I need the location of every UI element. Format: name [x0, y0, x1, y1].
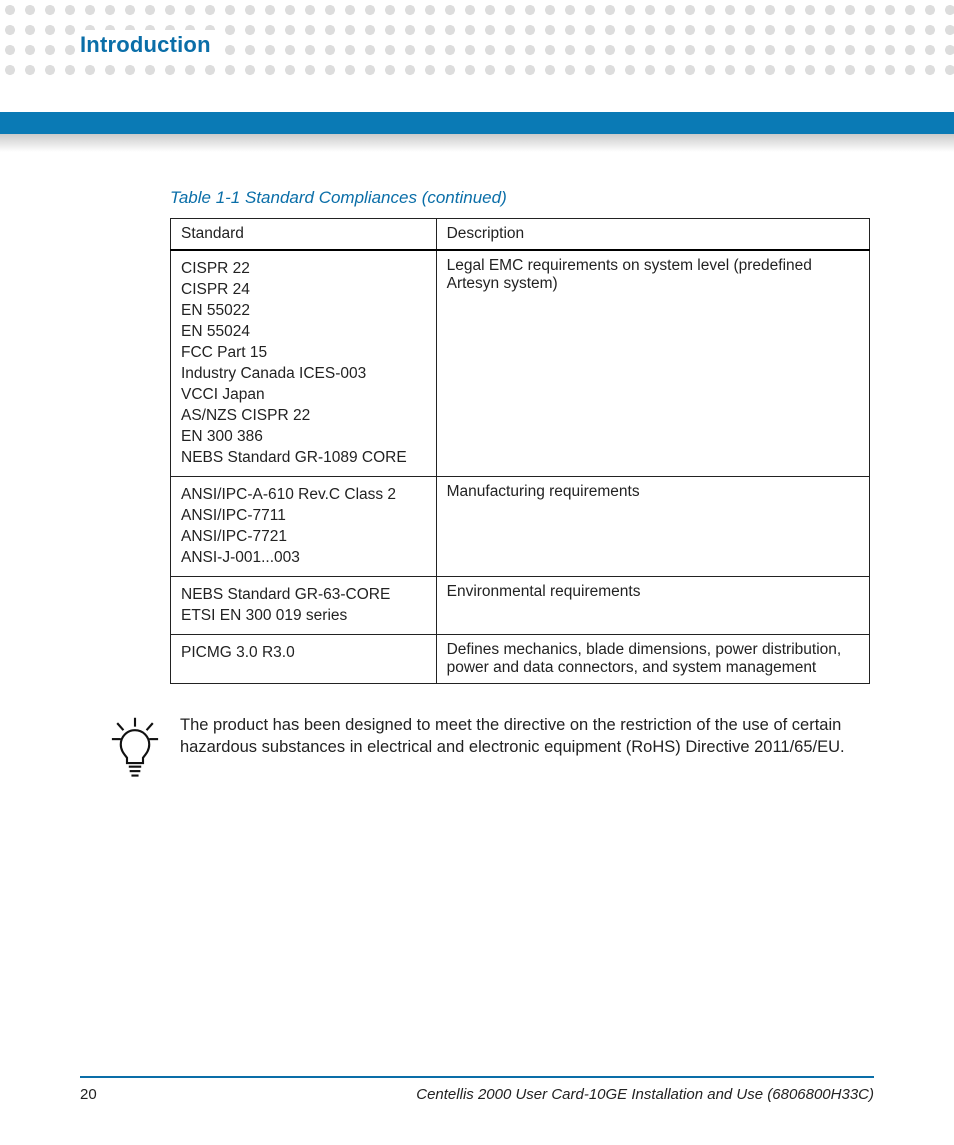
- standard-item: ETSI EN 300 019 series: [181, 607, 426, 625]
- standard-item: PICMG 3.0 R3.0: [181, 644, 426, 662]
- table-row: CISPR 22 CISPR 24 EN 55022 EN 55024 FCC Part…: [171, 250, 870, 477]
- table-cell-standard: CISPR 22 CISPR 24 EN 55022 EN 55024 FCC Part…: [171, 250, 437, 477]
- lightbulb-icon: [108, 716, 162, 780]
- standard-item: EN 300 386: [181, 428, 426, 446]
- footer-rule: [80, 1076, 874, 1078]
- content-area: Table 1-1 Standard Compliances (continue…: [80, 180, 874, 780]
- standard-item: EN 55024: [181, 323, 426, 341]
- header-blue-bar: [0, 112, 954, 134]
- table-col-standard: Standard: [171, 219, 437, 251]
- section-heading: Introduction: [80, 30, 217, 60]
- document-page: Introduction Table 1-1 Standard Complian…: [0, 0, 954, 1145]
- standard-item: CISPR 22: [181, 260, 426, 278]
- standard-item: FCC Part 15: [181, 344, 426, 362]
- standard-item: ANSI/IPC-7721: [181, 528, 426, 546]
- header-shadow: [0, 134, 954, 152]
- standards-table: Standard Description CISPR 22 CISPR 24 EN …: [170, 218, 870, 684]
- table-cell-description: Legal EMC requirements on system level (…: [436, 250, 869, 477]
- table-cell-standard: PICMG 3.0 R3.0: [171, 635, 437, 684]
- note-block: The product has been designed to meet th…: [108, 714, 874, 780]
- table-col-description: Description: [436, 219, 869, 251]
- table-row: PICMG 3.0 R3.0 Defines mechanics, blade d…: [171, 635, 870, 684]
- standard-item: EN 55022: [181, 302, 426, 320]
- standard-item: CISPR 24: [181, 281, 426, 299]
- table-cell-description: Manufacturing requirements: [436, 477, 869, 577]
- table-cell-standard: ANSI/IPC-A-610 Rev.C Class 2 ANSI/IPC-771…: [171, 477, 437, 577]
- table-header-row: Standard Description: [171, 219, 870, 251]
- standard-item: ANSI/IPC-A-610 Rev.C Class 2: [181, 486, 426, 504]
- standard-item: NEBS Standard GR-1089 CORE: [181, 449, 426, 467]
- table-cell-description: Defines mechanics, blade dimensions, pow…: [436, 635, 869, 684]
- table-row: NEBS Standard GR-63-CORE ETSI EN 300 019 …: [171, 577, 870, 635]
- table-caption: Table 1-1 Standard Compliances (continue…: [170, 188, 874, 208]
- standard-item: Industry Canada ICES-003: [181, 365, 426, 383]
- standard-item: AS/NZS CISPR 22: [181, 407, 426, 425]
- footer-doc-title: Centellis 2000 User Card-10GE Installati…: [416, 1086, 874, 1103]
- standard-item: ANSI/IPC-7711: [181, 507, 426, 525]
- table-row: ANSI/IPC-A-610 Rev.C Class 2 ANSI/IPC-771…: [171, 477, 870, 577]
- standard-item: NEBS Standard GR-63-CORE: [181, 586, 426, 604]
- footer-line: 20 Centellis 2000 User Card-10GE Install…: [80, 1086, 874, 1103]
- page-footer: 20 Centellis 2000 User Card-10GE Install…: [80, 1076, 874, 1103]
- standard-item: VCCI Japan: [181, 386, 426, 404]
- standard-item: ANSI-J-001...003: [181, 549, 426, 567]
- table-cell-standard: NEBS Standard GR-63-CORE ETSI EN 300 019 …: [171, 577, 437, 635]
- table-cell-description: Environmental requirements: [436, 577, 869, 635]
- note-text: The product has been designed to meet th…: [180, 714, 870, 759]
- page-number: 20: [80, 1086, 97, 1103]
